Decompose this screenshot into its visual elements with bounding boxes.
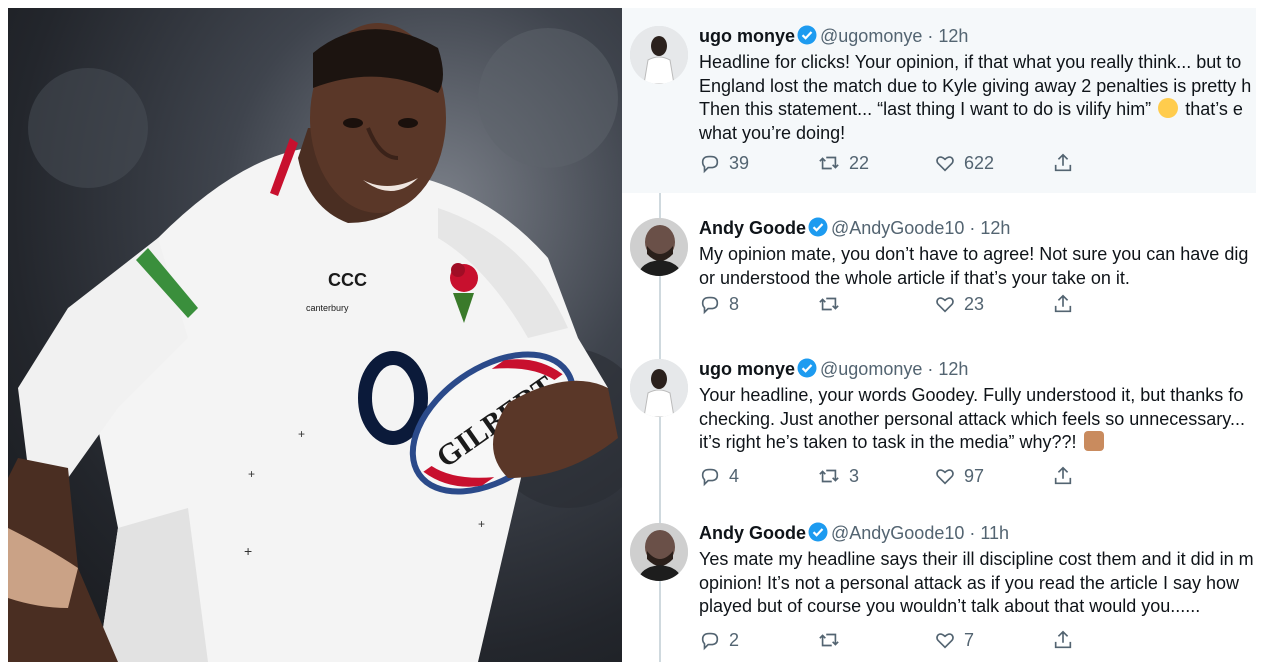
share-button[interactable] <box>1052 465 1082 487</box>
tweet-text: Your headline, your words Goodey. Fully … <box>699 385 1245 452</box>
avatar[interactable] <box>630 26 688 84</box>
tweet-timestamp[interactable]: 12h <box>980 218 1010 238</box>
verified-badge-icon <box>797 25 817 51</box>
avatar[interactable] <box>630 523 688 581</box>
svg-text:+: + <box>478 517 485 531</box>
reply-icon <box>701 468 719 487</box>
verified-badge-icon <box>808 217 828 243</box>
like-icon <box>936 469 954 485</box>
share-icon <box>1054 466 1072 485</box>
retweet-icon <box>819 156 839 170</box>
reply-button[interactable]: 8 <box>699 293 739 315</box>
tweet-timestamp[interactable]: 12h <box>938 359 968 379</box>
svg-text:+: + <box>248 467 255 481</box>
reply-icon <box>701 632 719 651</box>
verified-badge-icon <box>808 522 828 548</box>
like-button[interactable]: 97 <box>934 465 984 487</box>
tweet-text: Headline for clicks! Your opinion, if th… <box>699 52 1252 143</box>
author-name[interactable]: Andy Goode <box>699 218 806 238</box>
author-handle[interactable]: @AndyGoode10 <box>831 218 964 238</box>
share-button[interactable] <box>1052 152 1082 174</box>
retweet-button[interactable] <box>817 629 849 651</box>
tweet[interactable]: ugo monye @ugomonye · 12h Headline for cl… <box>622 8 1256 193</box>
svg-text:CCC: CCC <box>328 270 367 290</box>
thinking-emoji-icon <box>1158 98 1179 118</box>
tweet-timestamp[interactable]: 11h <box>980 523 1009 543</box>
retweet-icon <box>819 633 839 647</box>
retweet-button[interactable] <box>817 293 849 315</box>
like-button[interactable]: 622 <box>934 152 994 174</box>
author-handle[interactable]: @AndyGoode10 <box>831 523 964 543</box>
share-icon <box>1054 630 1072 649</box>
facepalm-emoji-icon <box>1083 431 1104 451</box>
tweet-text: My opinion mate, you don’t have to agree… <box>699 244 1249 288</box>
like-icon <box>936 156 954 172</box>
author-name[interactable]: ugo monye <box>699 359 795 379</box>
avatar[interactable] <box>630 218 688 276</box>
svg-text:+: + <box>298 427 305 441</box>
share-button[interactable] <box>1052 629 1082 651</box>
like-icon <box>936 633 954 649</box>
player-photo: CCC canterbury GILBERT + + + + <box>8 8 622 662</box>
share-icon <box>1054 153 1072 172</box>
reply-button[interactable]: 2 <box>699 629 739 651</box>
author-handle[interactable]: @ugomonye <box>820 359 922 379</box>
author-name[interactable]: ugo monye <box>699 26 795 46</box>
reply-icon <box>701 296 719 315</box>
author-name[interactable]: Andy Goode <box>699 523 806 543</box>
retweet-icon <box>819 297 839 311</box>
svg-text:+: + <box>244 543 252 559</box>
tweet[interactable]: ugo monye @ugomonye · 12h Your headline, … <box>622 341 1256 496</box>
reply-button[interactable]: 4 <box>699 465 739 487</box>
svg-text:canterbury: canterbury <box>306 303 349 313</box>
share-icon <box>1054 294 1072 313</box>
tweet[interactable]: Andy Goode @AndyGoode10 · 12h My opinion … <box>622 200 1256 335</box>
reply-button[interactable]: 39 <box>699 152 749 174</box>
tweet-text: Yes mate my headline says their ill disc… <box>699 549 1254 616</box>
tweet-thread: ugo monye @ugomonye · 12h Headline for cl… <box>622 8 1256 662</box>
retweet-button[interactable]: 3 <box>817 465 859 487</box>
reply-icon <box>701 155 719 174</box>
tweet[interactable]: Andy Goode @AndyGoode10 · 11h Yes mate my… <box>622 505 1256 662</box>
like-button[interactable]: 23 <box>934 293 984 315</box>
share-button[interactable] <box>1052 293 1082 315</box>
verified-badge-icon <box>797 358 817 384</box>
like-button[interactable]: 7 <box>934 629 974 651</box>
author-handle[interactable]: @ugomonye <box>820 26 922 46</box>
retweet-icon <box>819 469 839 483</box>
tweet-timestamp[interactable]: 12h <box>938 26 968 46</box>
avatar[interactable] <box>630 359 688 417</box>
like-icon <box>936 297 954 313</box>
retweet-button[interactable]: 22 <box>817 152 869 174</box>
